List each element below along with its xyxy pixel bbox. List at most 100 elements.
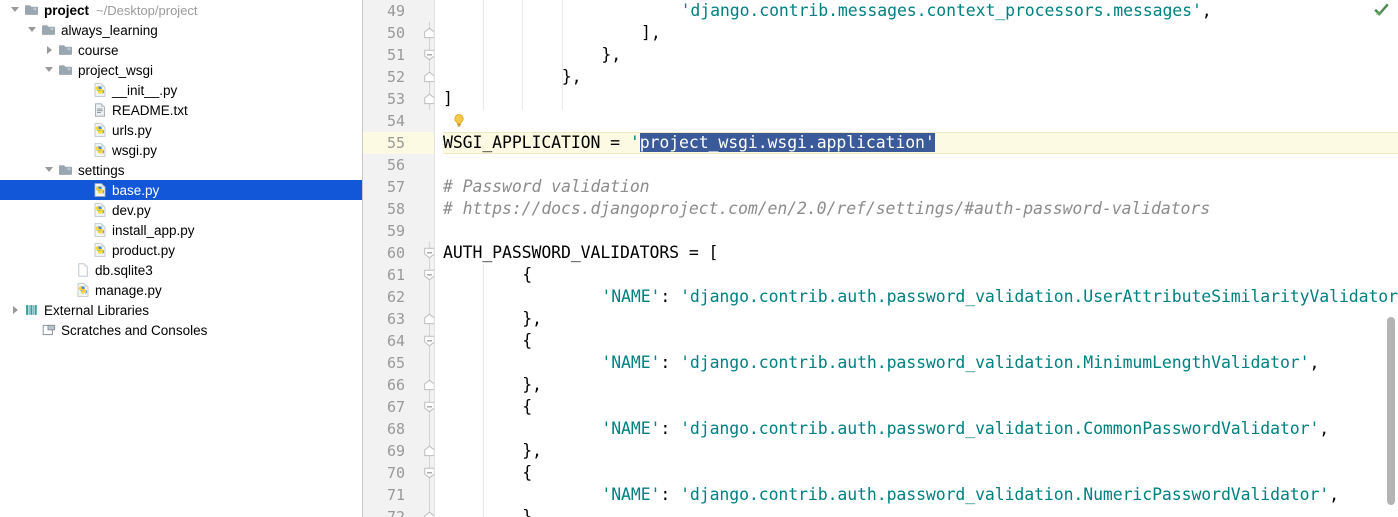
tree-row-wsgi-py[interactable]: wsgi.py xyxy=(0,140,362,160)
chevron-right-icon[interactable] xyxy=(8,300,24,320)
tree-row-settings[interactable]: settings xyxy=(0,160,362,180)
chevron-down-icon[interactable] xyxy=(42,160,58,180)
fold-marker-column[interactable] xyxy=(423,88,434,110)
code-line[interactable]: # Password validation xyxy=(443,176,1398,198)
gutter-row[interactable]: 52 xyxy=(363,66,434,88)
gutter-row[interactable]: 60 xyxy=(363,242,434,264)
code-line[interactable]: ] xyxy=(443,88,1398,110)
project-tree-panel[interactable]: project ~/Desktop/project always_learning c… xyxy=(0,0,363,517)
fold-marker-column[interactable] xyxy=(423,396,434,418)
gutter-row[interactable]: 71 xyxy=(363,484,434,506)
code-line[interactable]: { xyxy=(443,264,1398,286)
intention-bulb-icon[interactable] xyxy=(451,113,467,129)
green-check-icon[interactable] xyxy=(1374,3,1389,18)
code-line[interactable] xyxy=(443,154,1398,176)
code-line[interactable]: { xyxy=(443,462,1398,484)
chevron-down-icon[interactable] xyxy=(25,20,41,40)
code-line[interactable]: 'django.contrib.messages.context_process… xyxy=(443,0,1398,22)
fold-marker-column[interactable] xyxy=(423,110,434,132)
gutter-row[interactable]: 59 xyxy=(363,220,434,242)
tree-row-always-learning[interactable]: always_learning xyxy=(0,20,362,40)
code-line[interactable]: }, xyxy=(443,374,1398,396)
code-line[interactable]: { xyxy=(443,330,1398,352)
tree-row-urls-py[interactable]: urls.py xyxy=(0,120,362,140)
fold-marker-column[interactable] xyxy=(423,0,434,22)
gutter-row[interactable]: 57 xyxy=(363,176,434,198)
editor-code-area[interactable]: 'django.contrib.messages.context_process… xyxy=(435,0,1398,517)
fold-marker-column[interactable] xyxy=(423,308,434,330)
code-line[interactable]: 'NAME': 'django.contrib.auth.password_va… xyxy=(443,286,1398,308)
fold-marker-column[interactable] xyxy=(423,352,434,374)
code-line[interactable]: # https://docs.djangoproject.com/en/2.0/… xyxy=(443,198,1398,220)
gutter-row[interactable]: 66 xyxy=(363,374,434,396)
code-line[interactable]: ], xyxy=(443,22,1398,44)
gutter-row[interactable]: 56 xyxy=(363,154,434,176)
gutter-row[interactable]: 51 xyxy=(363,44,434,66)
code-line[interactable] xyxy=(443,110,1398,132)
tree-row-db-sqlite3[interactable]: db.sqlite3 xyxy=(0,260,362,280)
gutter-row[interactable]: 58 xyxy=(363,198,434,220)
tree-row-course[interactable]: course xyxy=(0,40,362,60)
code-line[interactable]: AUTH_PASSWORD_VALIDATORS = [ xyxy=(443,242,1398,264)
gutter-row[interactable]: 55 xyxy=(363,132,434,154)
fold-marker-column[interactable] xyxy=(423,66,434,88)
fold-marker-column[interactable] xyxy=(423,330,434,352)
editor-scrollbar[interactable] xyxy=(1384,0,1398,517)
fold-marker-column[interactable] xyxy=(423,484,434,506)
fold-marker-column[interactable] xyxy=(423,22,434,44)
fold-marker-column[interactable] xyxy=(423,198,434,220)
fold-marker-column[interactable] xyxy=(423,44,434,66)
tree-row-product-py[interactable]: product.py xyxy=(0,240,362,260)
fold-marker-column[interactable] xyxy=(423,132,434,154)
fold-marker-column[interactable] xyxy=(423,506,434,517)
tree-row-base-py[interactable]: base.py xyxy=(0,180,362,200)
gutter-row[interactable]: 50 xyxy=(363,22,434,44)
tree-row-scratches-and-consoles[interactable]: Scratches and Consoles xyxy=(0,320,362,340)
chevron-right-icon[interactable] xyxy=(42,40,58,60)
gutter-row[interactable]: 49 xyxy=(363,0,434,22)
tree-row-external-libraries[interactable]: External Libraries xyxy=(0,300,362,320)
code-line[interactable]: }, xyxy=(443,308,1398,330)
tree-row-manage-py[interactable]: manage.py xyxy=(0,280,362,300)
code-line[interactable]: { xyxy=(443,396,1398,418)
gutter-row[interactable]: 64 xyxy=(363,330,434,352)
gutter-row[interactable]: 67 xyxy=(363,396,434,418)
fold-marker-column[interactable] xyxy=(423,242,434,264)
gutter-row[interactable]: 63 xyxy=(363,308,434,330)
gutter-row[interactable]: 72 xyxy=(363,506,434,517)
code-line[interactable]: 'NAME': 'django.contrib.auth.password_va… xyxy=(443,418,1398,440)
chevron-down-icon[interactable] xyxy=(8,0,24,20)
gutter-row[interactable]: 68 xyxy=(363,418,434,440)
code-line[interactable]: }, xyxy=(443,66,1398,88)
fold-marker-column[interactable] xyxy=(423,374,434,396)
gutter-row[interactable]: 54 xyxy=(363,110,434,132)
code-line[interactable]: 'NAME': 'django.contrib.auth.password_va… xyxy=(443,484,1398,506)
gutter-row[interactable]: 69 xyxy=(363,440,434,462)
gutter-row[interactable]: 70 xyxy=(363,462,434,484)
fold-marker-column[interactable] xyxy=(423,264,434,286)
tree-row-init-py[interactable]: __init__.py xyxy=(0,80,362,100)
code-line[interactable]: }, xyxy=(443,44,1398,66)
tree-row-project[interactable]: project ~/Desktop/project xyxy=(0,0,362,20)
fold-marker-column[interactable] xyxy=(423,154,434,176)
fold-marker-column[interactable] xyxy=(423,440,434,462)
editor-scrollbar-thumb[interactable] xyxy=(1387,317,1395,505)
gutter-row[interactable]: 62 xyxy=(363,286,434,308)
fold-marker-column[interactable] xyxy=(423,418,434,440)
code-line[interactable]: }, xyxy=(443,506,1398,517)
code-line[interactable]: }, xyxy=(443,440,1398,462)
gutter-row[interactable]: 65 xyxy=(363,352,434,374)
tree-row-project-wsgi[interactable]: project_wsgi xyxy=(0,60,362,80)
chevron-down-icon[interactable] xyxy=(42,60,58,80)
fold-marker-column[interactable] xyxy=(423,462,434,484)
gutter-row[interactable]: 61 xyxy=(363,264,434,286)
tree-row-install-app-py[interactable]: install_app.py xyxy=(0,220,362,240)
fold-marker-column[interactable] xyxy=(423,220,434,242)
fold-marker-column[interactable] xyxy=(423,176,434,198)
tree-row-dev-py[interactable]: dev.py xyxy=(0,200,362,220)
fold-marker-column[interactable] xyxy=(423,286,434,308)
gutter-row[interactable]: 53 xyxy=(363,88,434,110)
code-line[interactable] xyxy=(443,220,1398,242)
code-editor[interactable]: 49 50 51 52 53 54 55 56 57 58 59 60 61 62 63 64 65 66 67 68… xyxy=(363,0,1398,517)
editor-gutter[interactable]: 49 50 51 52 53 54 55 56 57 58 59 60 61 62 63 64 65 66 67 68… xyxy=(363,0,435,517)
